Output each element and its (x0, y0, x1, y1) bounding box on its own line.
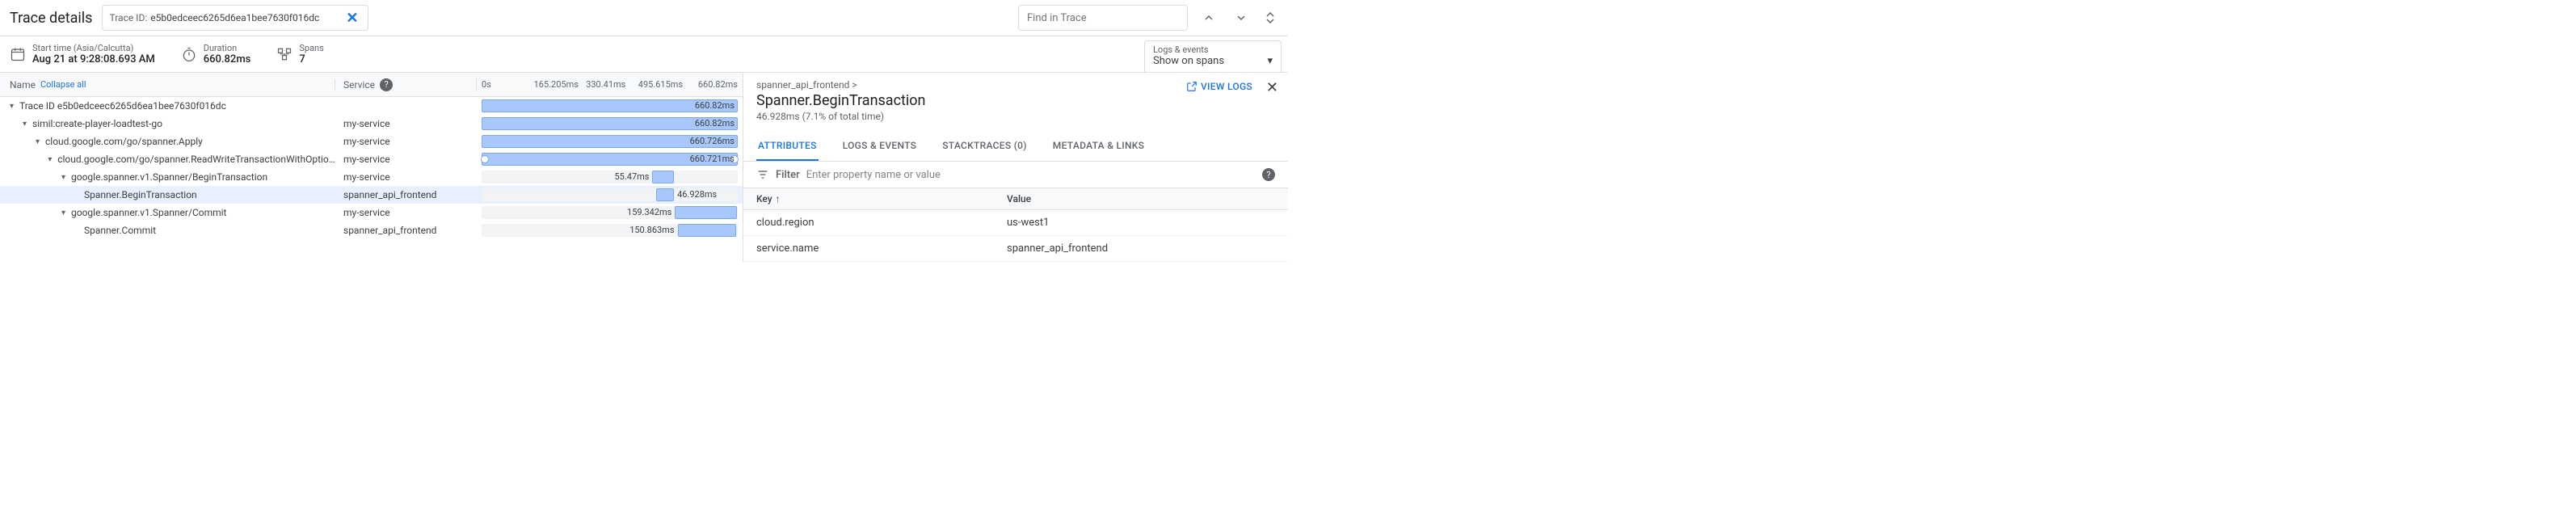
span-service: spanner_api_frontend (335, 189, 477, 200)
span-service: my-service (335, 154, 477, 165)
span-name: google.spanner.v1.Spanner/BeginTransacti… (71, 171, 267, 183)
span-row[interactable]: ▾cloud.google.com/go/spanner.Apply my-ser… (0, 133, 743, 150)
span-service: my-service (335, 207, 477, 218)
attribute-key: service.name (756, 242, 1007, 255)
filter-label: Filter (776, 169, 800, 181)
clear-icon[interactable]: ✕ (343, 10, 361, 27)
detail-subtitle: 46.928ms (7.1% of total time) (756, 111, 1275, 122)
span-duration: 660.82ms (692, 117, 738, 130)
span-name: cloud.google.com/go/spanner.Apply (45, 136, 203, 147)
span-name: google.spanner.v1.Spanner/Commit (71, 207, 227, 218)
tab-logs-events[interactable]: LOGS & EVENTS (841, 132, 919, 161)
close-icon[interactable]: ✕ (1266, 79, 1278, 96)
span-service: my-service (335, 136, 477, 147)
span-row[interactable]: Spanner.Commit spanner_api_frontend 150.86… (0, 221, 743, 239)
attribute-row: cloud.regionus-west1 (743, 210, 1288, 236)
duration-info: Duration 660.82ms (181, 43, 251, 65)
span-service: my-service (335, 118, 477, 129)
tab-metadata-links[interactable]: METADATA & LINKS (1051, 132, 1146, 161)
caret-icon[interactable]: ▾ (10, 102, 19, 111)
timeline-scale: 0s 165.205ms 330.41ms 495.615ms 660.82ms (477, 79, 743, 90)
caret-icon[interactable]: ▾ (61, 173, 71, 182)
value-column-header: Value (1007, 193, 1031, 204)
find-prev-button[interactable] (1198, 6, 1220, 29)
span-bar[interactable] (652, 171, 674, 183)
span-tree-pane: Name Collapse all Service ? 0s 165.205ms… (0, 73, 743, 262)
span-service: my-service (335, 171, 477, 183)
trace-id-label: Trace ID: (109, 12, 147, 23)
start-time-info: Start time (Asia/Calcutta) Aug 21 at 9:2… (10, 43, 155, 65)
caret-icon[interactable]: ▾ (36, 137, 45, 146)
span-row[interactable]: ▾google.spanner.v1.Spanner/Commit my-serv… (0, 204, 743, 221)
span-bar[interactable] (656, 188, 675, 201)
help-icon[interactable]: ? (1262, 168, 1275, 181)
chevron-down-icon: ▾ (1267, 55, 1273, 67)
span-row[interactable]: Spanner.BeginTransaction spanner_api_fron… (0, 186, 743, 204)
span-duration: 660.82ms (692, 99, 738, 112)
attribute-row: service.namespanner_api_frontend (743, 236, 1288, 262)
help-icon[interactable]: ? (380, 78, 393, 91)
stopwatch-icon (181, 46, 197, 62)
view-logs-link[interactable]: VIEW LOGS (1186, 81, 1252, 92)
span-duration: 660.726ms (687, 135, 738, 148)
span-name: Spanner.BeginTransaction (84, 189, 197, 200)
span-duration: 55.47ms (612, 171, 653, 183)
calendar-icon (10, 46, 26, 62)
span-name: cloud.google.com/go/spanner.ReadWriteTra… (57, 154, 335, 165)
span-detail-pane: spanner_api_frontend > Spanner.BeginTran… (743, 73, 1288, 262)
span-duration: 150.863ms (626, 224, 677, 237)
span-duration: 660.721ms (687, 153, 738, 166)
span-bar[interactable] (675, 206, 736, 219)
attribute-value: spanner_api_frontend (1007, 242, 1108, 255)
span-name: Trace ID e5b0edceec6265d6ea1bee7630f016d… (19, 100, 226, 112)
find-in-trace-input[interactable] (1018, 5, 1188, 31)
filter-input[interactable]: Enter property name or value (806, 169, 941, 181)
service-column-header: Service (343, 79, 375, 91)
span-row[interactable]: ▾google.spanner.v1.Spanner/BeginTransact… (0, 168, 743, 186)
sort-asc-icon: ↑ (776, 193, 781, 204)
filter-icon (756, 168, 769, 181)
open-external-icon (1186, 81, 1198, 92)
find-next-button[interactable] (1230, 6, 1252, 29)
trace-id-field[interactable]: Trace ID: e5b0edceec6265d6ea1bee7630f016… (102, 5, 368, 31)
attribute-value: us-west1 (1007, 217, 1049, 229)
tab-stacktraces[interactable]: STACKTRACES (0) (941, 132, 1029, 161)
expand-collapse-button[interactable] (1262, 8, 1278, 27)
span-row[interactable]: ▾simil:create-player-loadtest-go my-servi… (0, 115, 743, 133)
span-duration: 46.928ms (674, 188, 720, 201)
span-duration: 159.342ms (624, 206, 675, 219)
page-title: Trace details (10, 10, 92, 27)
key-column-header[interactable]: Key ↑ (756, 193, 1007, 204)
caret-icon[interactable]: ▾ (61, 209, 71, 217)
spans-icon (276, 46, 293, 62)
caret-icon[interactable]: ▾ (23, 120, 32, 129)
span-name: simil:create-player-loadtest-go (32, 118, 162, 129)
attribute-key: cloud.region (756, 217, 1007, 229)
span-bar[interactable] (678, 224, 736, 237)
name-column-header: Name (10, 79, 36, 91)
span-service: spanner_api_frontend (335, 225, 477, 236)
tab-attributes[interactable]: ATTRIBUTES (756, 132, 819, 161)
collapse-all-link[interactable]: Collapse all (40, 79, 86, 90)
caret-icon[interactable]: ▾ (48, 155, 57, 164)
span-row[interactable]: ▾cloud.google.com/go/spanner.ReadWriteTr… (0, 150, 743, 168)
spans-info: Spans 7 (276, 43, 323, 65)
trace-id-value: e5b0edceec6265d6ea1bee7630f016dc (150, 12, 343, 23)
span-row[interactable]: ▾Trace ID e5b0edceec6265d6ea1bee7630f016… (0, 97, 743, 115)
detail-title: Spanner.BeginTransaction (756, 92, 1275, 109)
span-name: Spanner.Commit (84, 225, 156, 236)
logs-events-select[interactable]: Logs & events Show on spans ▾ (1144, 40, 1282, 72)
